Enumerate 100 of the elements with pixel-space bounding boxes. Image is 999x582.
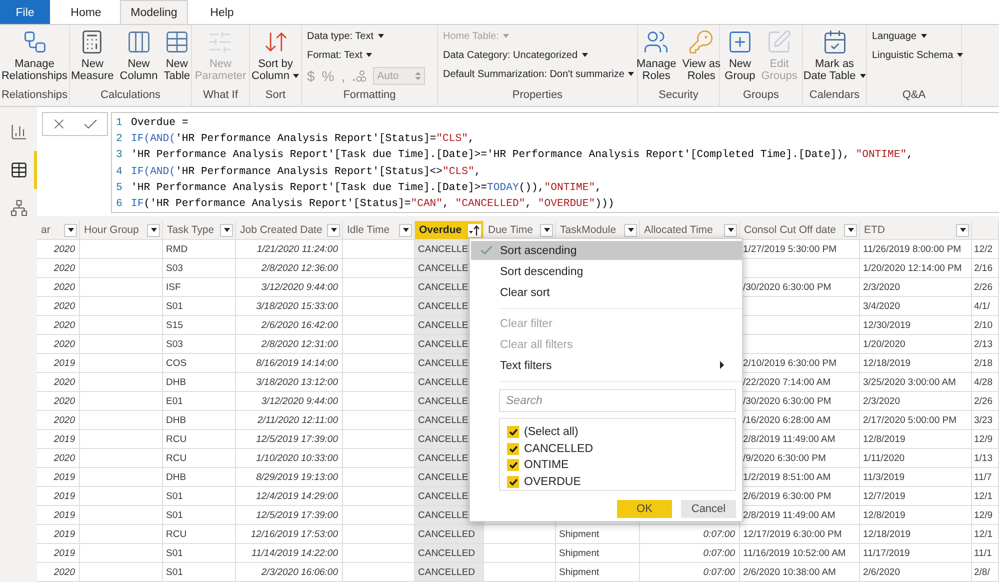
ribbon-dropdown[interactable]: Default Summarization: Don't summarize xyxy=(443,67,634,81)
table-cell: 12/4/2019 14:29:00 xyxy=(236,487,343,506)
table-cell: 12/30/2019 xyxy=(860,316,972,335)
ribbon-button[interactable]: View as Roles xyxy=(680,29,723,89)
column-label: Consol Cut Off date xyxy=(744,224,836,236)
table-cell: /30/2020 6:30:00 PM xyxy=(740,392,860,411)
filter-button[interactable] xyxy=(844,224,857,236)
filter-button[interactable] xyxy=(327,224,340,236)
ribbon-button[interactable]: Sort by Column xyxy=(250,29,302,89)
table-cell: 1/27/2019 5:30:00 PM xyxy=(740,240,860,259)
model-view-icon xyxy=(10,199,28,217)
table-cell: 2020 xyxy=(37,411,80,430)
checklist-item[interactable]: (Select all) xyxy=(507,424,735,440)
column-header[interactable]: Task Type xyxy=(163,221,236,240)
table-cell: /30/2020 6:30:00 PM xyxy=(740,278,860,297)
table-cell: /16/2020 6:28:00 AM xyxy=(740,411,860,430)
table-cell: S03 xyxy=(163,335,236,354)
caret-icon xyxy=(502,34,509,38)
ribbon-dropdown[interactable]: Data Category: Uncategorized xyxy=(443,48,588,62)
ribbon-button[interactable]: New Column xyxy=(118,29,160,89)
column-label: ETD xyxy=(864,224,885,236)
table-cell: 1/21/2020 11:24:00 xyxy=(236,240,343,259)
filter-button[interactable] xyxy=(147,224,160,236)
column-label: Hour Group xyxy=(84,224,139,236)
table-cell: 2020 xyxy=(37,297,80,316)
filter-button[interactable] xyxy=(399,224,412,236)
table-cell: 3/18/2020 15:33:00 xyxy=(236,297,343,316)
ribbon-tab[interactable]: File xyxy=(0,0,50,24)
checklist-item[interactable]: OVERDUE xyxy=(507,474,735,490)
checkbox[interactable] xyxy=(507,459,519,472)
table-cell: 12/18/2019 xyxy=(860,354,972,373)
table-cell: RMD xyxy=(163,240,236,259)
filter-button[interactable] xyxy=(624,224,637,236)
table-cell: 2019 xyxy=(37,354,80,373)
group-label: What If xyxy=(202,89,239,103)
ribbon-dropdown[interactable]: Data type: Text xyxy=(307,29,384,43)
table-cell: 2020 xyxy=(37,278,80,297)
column-header[interactable]: Overdue xyxy=(415,221,484,240)
table-cell: 2/8/2019 11:49:00 AM xyxy=(740,430,860,449)
filter-button[interactable] xyxy=(64,224,77,236)
ribbon-dropdown[interactable]: Format: Text xyxy=(307,48,372,62)
checklist-item[interactable]: ONTIME xyxy=(507,458,735,474)
ribbon-button[interactable]: New Group xyxy=(722,29,758,89)
table-cell: COS xyxy=(163,354,236,373)
table-cell: 0:07:00 xyxy=(640,525,740,544)
table-icon xyxy=(164,29,190,55)
table-cell: 2/17/2020 5:00:00 PM xyxy=(860,411,972,430)
table-cell: 2019 xyxy=(37,430,80,449)
table-cell: 12/1 xyxy=(972,487,999,506)
ribbon-dropdown[interactable]: Language xyxy=(872,29,926,43)
table-cell: 4/28 xyxy=(972,373,999,392)
filter-button[interactable] xyxy=(956,224,969,236)
cancel-button[interactable]: Cancel xyxy=(681,500,736,518)
table-cell: 2020 xyxy=(37,259,80,278)
ribbon-dropdown[interactable]: Linguistic Schema xyxy=(872,48,964,62)
table-cell: 12/17/2019 6:30:00 PM xyxy=(740,525,860,544)
ribbon-button[interactable]: New Measure xyxy=(69,29,116,89)
table-cell: /22/2020 7:14:00 AM xyxy=(740,373,860,392)
table-cell: 2/6/2019 6:30:00 PM xyxy=(740,487,860,506)
ribbon-button[interactable]: New Table xyxy=(162,29,192,89)
column-header[interactable]: Job Created Date xyxy=(236,221,343,240)
column-header[interactable]: Idle Time xyxy=(343,221,415,240)
search-field[interactable]: Search xyxy=(499,389,736,412)
table-cell: S03 xyxy=(163,259,236,278)
menu-item[interactable]: Sort ascending xyxy=(471,241,742,260)
ribbon-button[interactable]: Mark as Date Table xyxy=(801,29,868,89)
table-cell: 11/1 xyxy=(972,544,999,563)
table-cell: CANCELLED xyxy=(415,544,484,563)
table-cell: 8/29/2019 19:13:00 xyxy=(236,468,343,487)
ok-button[interactable]: OK xyxy=(617,500,672,518)
ribbon-button[interactable]: Manage Relationships xyxy=(0,29,70,89)
column-header[interactable]: Hour Group xyxy=(80,221,163,240)
line-number: 5 xyxy=(116,182,124,194)
line-number: 1 xyxy=(116,117,124,130)
code-line: IF(AND('HR Performance Analysis Report'[Status]<>"CLS", xyxy=(131,166,481,178)
table-cell: 0:07:00 xyxy=(640,544,740,563)
table-cell: 2/18 xyxy=(972,354,999,373)
people-icon xyxy=(643,29,670,55)
table-cell: 11/16/2019 10:52:00 AM xyxy=(740,544,860,563)
table-cell: 2/13 xyxy=(972,335,999,354)
filter-button[interactable] xyxy=(724,224,737,236)
column-header[interactable]: ETD xyxy=(860,221,972,240)
column-header[interactable]: Consol Cut Off date xyxy=(740,221,860,240)
checkbox[interactable] xyxy=(507,476,519,488)
checklist-item[interactable]: CANCELLED xyxy=(507,440,735,456)
formula-editor[interactable] xyxy=(111,112,999,213)
ribbon-tab[interactable]: Modeling xyxy=(120,0,188,24)
table-cell: 12/5/2019 17:39:00 xyxy=(236,430,343,449)
table-cell: 2019 xyxy=(37,525,80,544)
ribbon-button[interactable]: Manage Roles xyxy=(634,29,678,89)
filter-button[interactable] xyxy=(540,224,553,236)
table-cell: 1/10/2020 10:33:00 xyxy=(236,449,343,468)
column-header[interactable]: ar xyxy=(37,221,80,240)
checkbox[interactable] xyxy=(507,442,519,455)
table-cell: 12/7/2019 xyxy=(860,487,972,506)
caret-icon xyxy=(628,228,634,232)
table-cell: 12/5/2019 17:39:00 xyxy=(236,506,343,525)
checkbox[interactable] xyxy=(507,426,519,438)
filter-button[interactable] xyxy=(220,224,233,236)
table-cell: 1/13 xyxy=(972,449,999,468)
